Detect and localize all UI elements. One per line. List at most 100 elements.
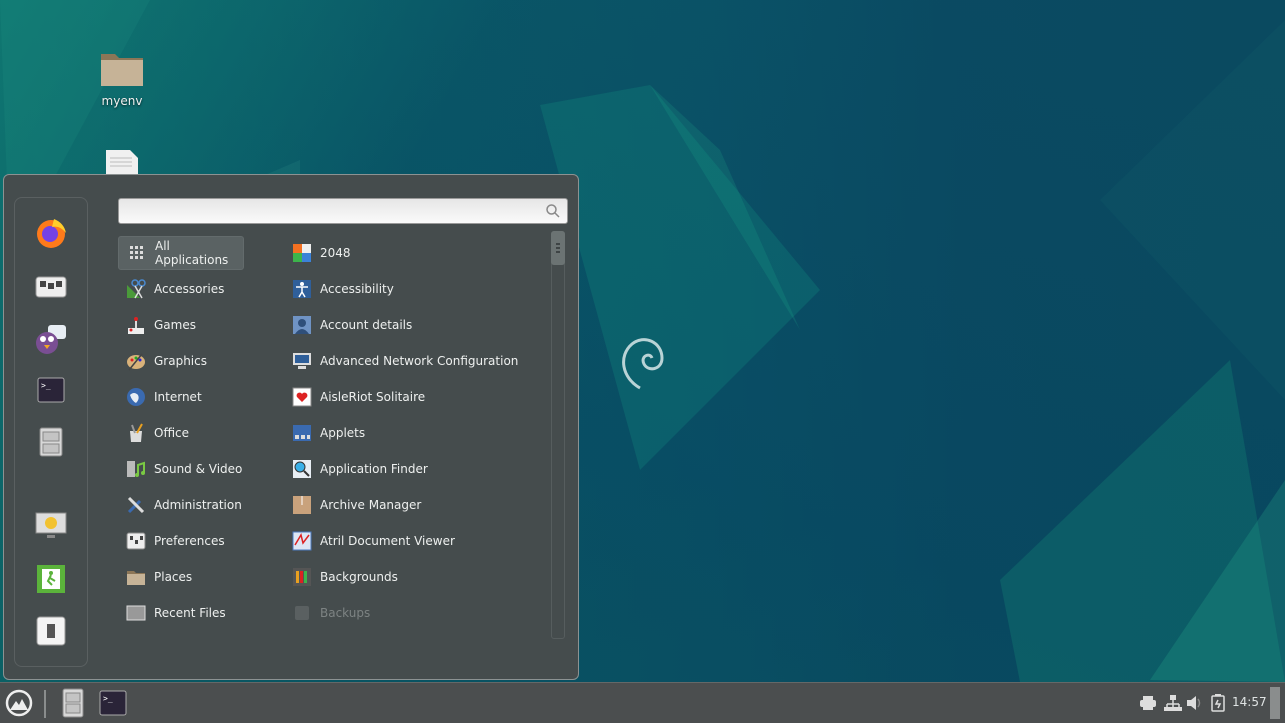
app-label: Applets xyxy=(320,426,366,440)
exit-icon xyxy=(37,565,65,593)
magnifier-icon xyxy=(292,459,312,479)
tray-printer[interactable] xyxy=(1138,693,1158,713)
favorite-settings-manager[interactable] xyxy=(31,266,71,306)
show-desktop-button[interactable] xyxy=(1270,687,1280,719)
category-label: Accessories xyxy=(154,282,225,296)
app-application-finder[interactable]: Application Finder xyxy=(286,452,546,486)
favorite-pidgin[interactable] xyxy=(31,318,71,358)
category-label: Office xyxy=(154,426,190,440)
category-all-applications[interactable]: All Applications xyxy=(118,236,244,270)
app-label: Atril Document Viewer xyxy=(320,534,455,548)
category-label: Preferences xyxy=(154,534,225,548)
category-recent-files[interactable]: Recent Files xyxy=(118,596,244,630)
svg-text:>_: >_ xyxy=(41,381,51,390)
scrollbar-track[interactable] xyxy=(551,231,565,639)
tray-power[interactable] xyxy=(1208,693,1228,713)
app-aisleriot-solitaire[interactable]: AisleRiot Solitaire xyxy=(286,380,546,414)
svg-text:>_: >_ xyxy=(103,694,113,703)
scrollbar-thumb[interactable] xyxy=(551,231,565,265)
debian-logo-icon xyxy=(622,338,664,390)
favorite-terminal[interactable]: >_ xyxy=(31,370,71,410)
terminal-icon: >_ xyxy=(37,377,65,403)
application-menu: >_ All Applications Accessories Games Gr… xyxy=(3,174,579,680)
menu-mountain-icon xyxy=(5,689,33,717)
settings-manager-icon xyxy=(35,276,67,298)
category-accessories[interactable]: Accessories xyxy=(118,272,244,306)
applets-icon xyxy=(292,423,312,443)
app-label: Application Finder xyxy=(320,462,428,476)
printer-icon xyxy=(1140,696,1156,710)
category-label: Places xyxy=(154,570,193,584)
category-places[interactable]: Places xyxy=(118,560,244,594)
grid-icon xyxy=(127,243,147,263)
search-box[interactable] xyxy=(118,198,568,224)
recent-files-icon xyxy=(126,603,146,623)
backups-icon xyxy=(292,603,312,623)
category-label: Sound & Video xyxy=(154,462,243,476)
category-label: Internet xyxy=(154,390,202,404)
globe-icon xyxy=(126,387,146,407)
category-graphics[interactable]: Graphics xyxy=(118,344,244,378)
preferences-icon xyxy=(126,531,146,551)
app-atril-document-viewer[interactable]: Atril Document Viewer xyxy=(286,524,546,558)
document-viewer-icon xyxy=(292,531,312,551)
shut-down-button[interactable] xyxy=(31,611,71,651)
tray-network[interactable] xyxy=(1163,693,1183,713)
cards-icon xyxy=(292,387,312,407)
folder-icon xyxy=(126,567,146,587)
app-label: Backgrounds xyxy=(320,570,398,584)
accessories-icon xyxy=(126,279,146,299)
power-switch-icon xyxy=(36,616,66,646)
category-label: Graphics xyxy=(154,354,207,368)
taskbar-launcher-files[interactable] xyxy=(58,686,88,720)
app-2048[interactable]: 2048 xyxy=(286,236,546,270)
category-label: Games xyxy=(154,318,196,332)
app-backups[interactable]: Backups xyxy=(286,596,546,630)
folder-icon xyxy=(101,54,143,86)
app-backgrounds[interactable]: Backgrounds xyxy=(286,560,546,594)
backgrounds-icon xyxy=(292,567,312,587)
search-icon xyxy=(546,204,560,218)
battery-icon xyxy=(1211,694,1225,712)
tools-icon xyxy=(126,495,146,515)
app-archive-manager[interactable]: Archive Manager xyxy=(286,488,546,522)
file-cabinet-icon xyxy=(62,688,84,718)
palette-icon xyxy=(126,351,146,371)
category-office[interactable]: Office xyxy=(118,416,244,450)
desktop-icon-myenv[interactable]: myenv xyxy=(82,48,162,108)
accessibility-icon xyxy=(292,279,312,299)
app-applets[interactable]: Applets xyxy=(286,416,546,450)
category-administration[interactable]: Administration xyxy=(118,488,244,522)
category-label: All Applications xyxy=(155,239,229,267)
category-label: Administration xyxy=(154,498,242,512)
menu-button[interactable] xyxy=(4,686,34,720)
category-internet[interactable]: Internet xyxy=(118,380,244,414)
pidgin-icon xyxy=(36,325,66,354)
search-input[interactable] xyxy=(119,199,551,221)
favorite-firefox[interactable] xyxy=(31,213,71,253)
clock[interactable]: 14:57 xyxy=(1232,695,1267,709)
category-games[interactable]: Games xyxy=(118,308,244,342)
taskbar-launcher-terminal[interactable]: >_ xyxy=(98,686,128,720)
office-icon xyxy=(126,423,146,443)
app-advanced-network-configuration[interactable]: Advanced Network Configuration xyxy=(286,344,546,378)
favorites-panel: >_ xyxy=(14,197,88,667)
app-label: Accessibility xyxy=(320,282,394,296)
archive-icon xyxy=(292,495,312,515)
file-cabinet-icon xyxy=(39,427,63,457)
app-accessibility[interactable]: Accessibility xyxy=(286,272,546,306)
app-label: Backups xyxy=(320,606,371,620)
joystick-icon xyxy=(126,315,146,335)
category-label: Recent Files xyxy=(154,606,226,620)
category-preferences[interactable]: Preferences xyxy=(118,524,244,558)
tray-volume[interactable] xyxy=(1185,693,1205,713)
lock-screen-button[interactable] xyxy=(31,506,71,546)
terminal-icon: >_ xyxy=(99,690,127,716)
category-sound-video[interactable]: Sound & Video xyxy=(118,452,244,486)
app-account-details[interactable]: Account details xyxy=(286,308,546,342)
log-out-button[interactable] xyxy=(31,559,71,599)
favorite-files[interactable] xyxy=(31,422,71,462)
user-icon xyxy=(292,315,312,335)
game-2048-icon xyxy=(292,243,312,263)
app-label: 2048 xyxy=(320,246,351,260)
